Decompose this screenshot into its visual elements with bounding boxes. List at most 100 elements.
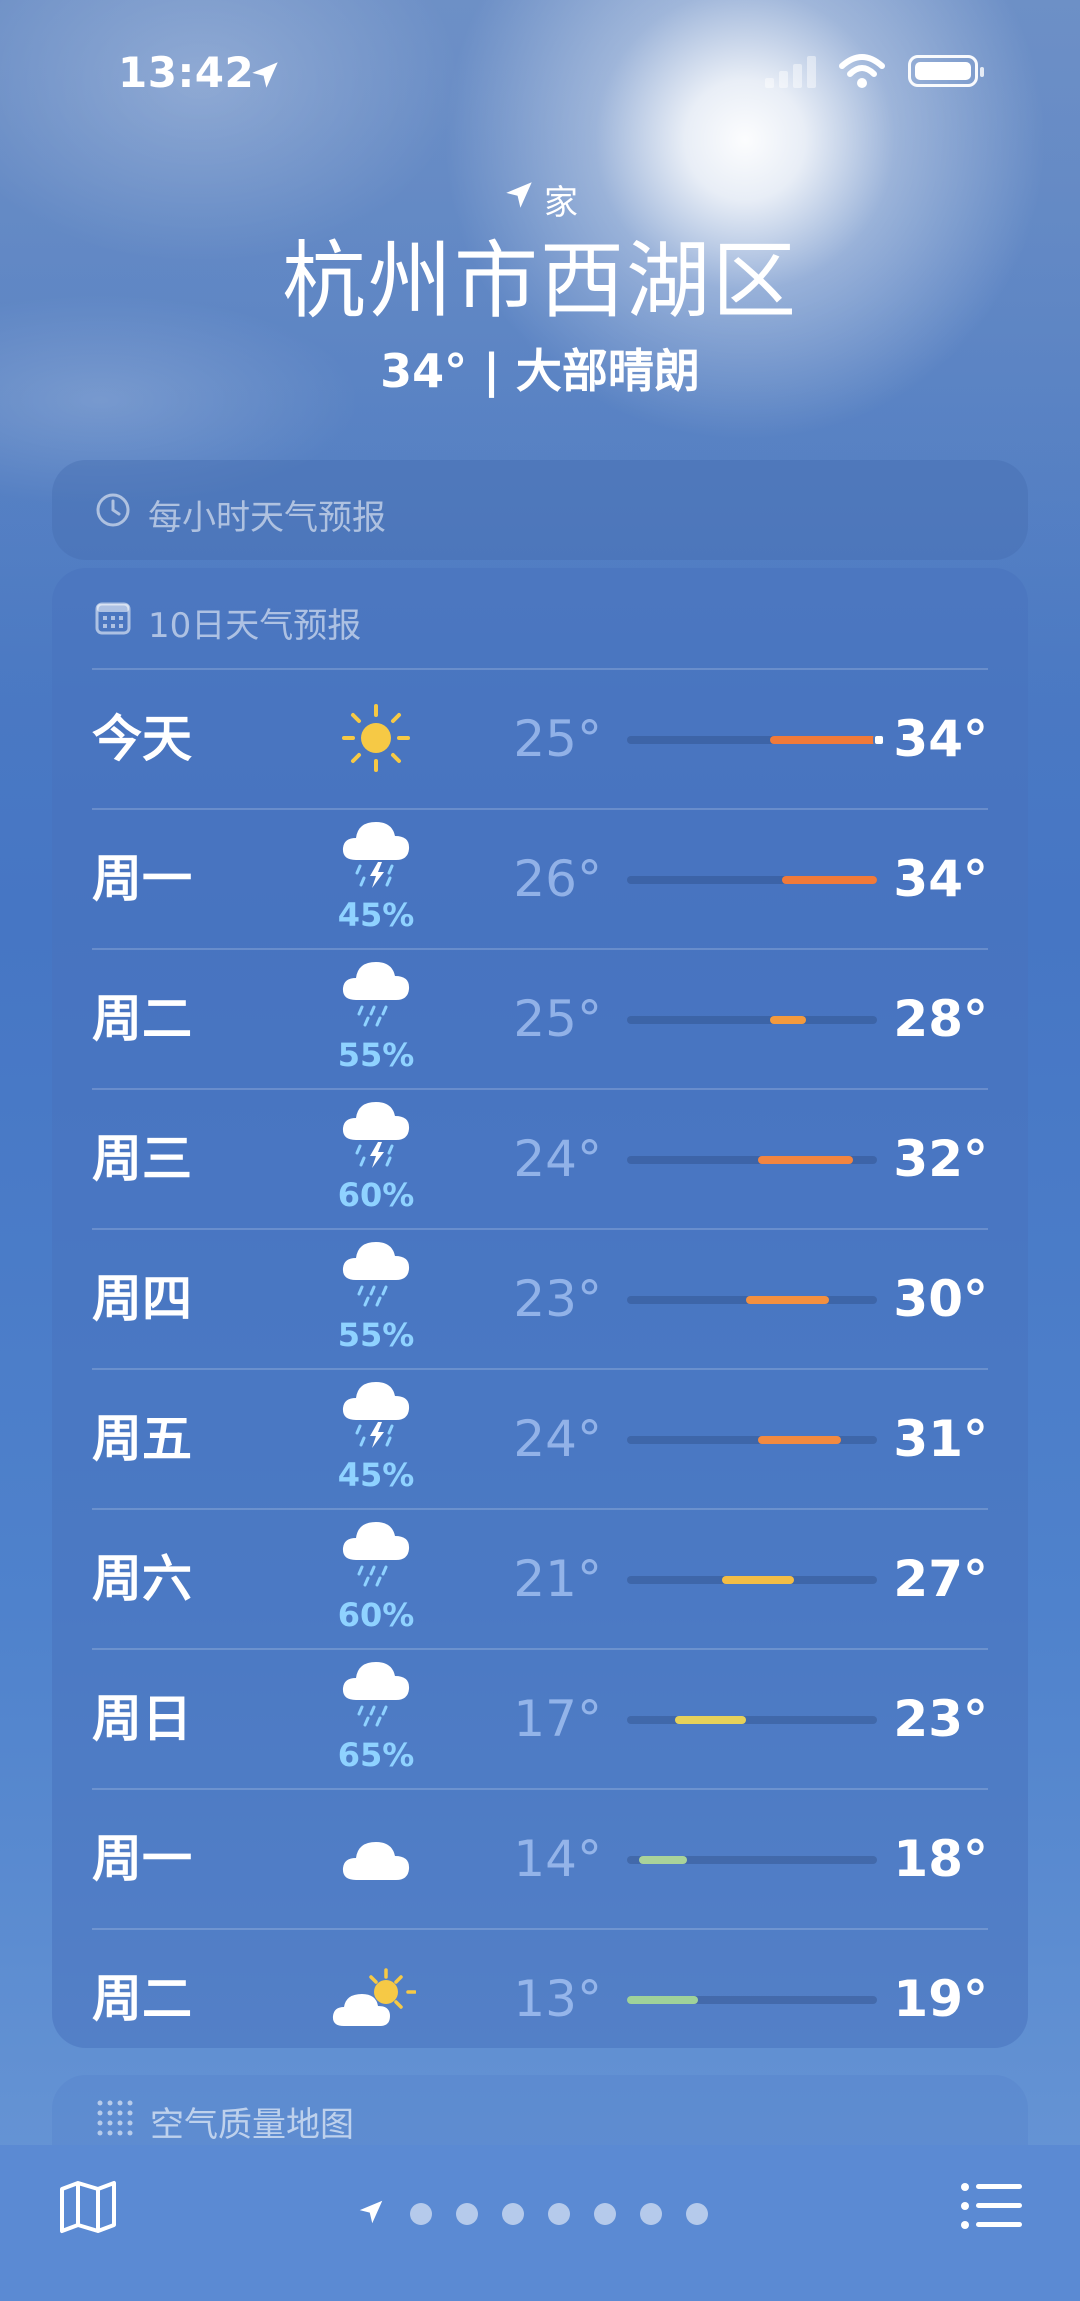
cloud-rain-icon: 60% [316,1510,436,1648]
cloud-thunder-rain-icon: 45% [316,810,436,948]
high-temperature: 23° [893,1690,988,1748]
day-label: 周二 [92,990,192,1048]
list-icon[interactable] [960,2181,1022,2235]
low-temperature: 24° [513,1410,602,1468]
high-temperature: 34° [893,710,988,768]
temperature-range-bar [757,1156,854,1164]
forecast-row[interactable]: 今天 25° 34° [92,670,988,810]
ten-day-forecast-title: 10日天气预报 [148,606,362,646]
hourly-forecast-card[interactable]: 每小时天气预报 [52,460,1028,560]
temperature-range-bar [674,1716,747,1724]
low-temperature: 25° [513,710,602,768]
precipitation-chance: 45% [337,1456,415,1494]
temperature-range-bar [769,736,877,744]
high-temperature: 34° [893,850,988,908]
forecast-row[interactable]: 周二 55% 25° 28° [92,950,988,1090]
low-temperature: 13° [513,1970,602,2028]
temperature-range-track [627,1716,877,1724]
map-icon[interactable] [56,2175,120,2243]
cloud-rain-icon: 65% [316,1650,436,1788]
current-temperature-dot [873,734,885,746]
page-dot[interactable] [640,2203,662,2225]
forecast-row[interactable]: 周二 13° 19° [92,1930,988,2068]
low-temperature: 17° [513,1690,602,1748]
battery-icon [908,55,984,87]
high-temperature: 18° [893,1830,988,1888]
page-dot[interactable] [594,2203,616,2225]
page-dot[interactable] [410,2203,432,2225]
temperature-range-track [627,1996,877,2004]
page-indicator[interactable] [356,2197,708,2231]
high-temperature: 19° [893,1970,988,2028]
location-arrow-icon [502,178,536,221]
temperature-range-bar [781,876,877,884]
bottom-toolbar [0,2145,1080,2301]
temperature-range-track [627,876,877,884]
forecast-row[interactable]: 周一 45% 26° 34° [92,810,988,950]
page-dot[interactable] [456,2203,478,2225]
low-temperature: 25° [513,990,602,1048]
precipitation-chance: 60% [337,1596,415,1634]
high-temperature: 30° [893,1270,988,1328]
high-temperature: 32° [893,1130,988,1188]
temperature-range-bar [757,1436,842,1444]
forecast-rows: 今天 25° 34° 周一 45% 26° 34° 周二 55% 25° 28° 周三 60% 24° 32… [92,670,988,2068]
high-temperature: 31° [893,1410,988,1468]
precipitation-chance: 45% [337,896,415,934]
cloud-thunder-rain-icon: 60% [316,1090,436,1228]
temperature-range-bar [746,1296,830,1304]
wifi-icon [838,52,886,94]
low-temperature: 26° [513,850,602,908]
temperature-range-track [627,1296,877,1304]
status-bar: 13:42 [0,0,1080,140]
day-label: 周三 [92,1130,192,1188]
day-label: 周六 [92,1550,192,1608]
forecast-row[interactable]: 周六 60% 21° 27° [92,1510,988,1650]
precipitation-chance: 55% [337,1316,415,1354]
forecast-row[interactable]: 周日 65% 17° 23° [92,1650,988,1790]
precipitation-chance: 65% [337,1736,415,1774]
precipitation-chance: 55% [337,1036,415,1074]
cloud-rain-icon: 55% [316,1230,436,1368]
cellular-signal-icon [765,56,821,92]
current-location-arrow-icon[interactable] [356,2197,386,2231]
home-label: 家 [544,182,578,223]
sun-icon [316,670,436,808]
temperature-range-track [627,1436,877,1444]
cloud-icon [316,1790,436,1928]
cloud-rain-icon: 55% [316,950,436,1088]
day-label: 周一 [92,850,192,908]
partly-sunny-icon [316,1930,436,2068]
city-name: 杭州市西湖区 [281,232,798,330]
location-header: 家 杭州市西湖区 34° | 大部晴朗 [0,175,1080,401]
page-dot[interactable] [686,2203,708,2225]
day-label: 周五 [92,1410,192,1468]
temperature-range-bar [638,1856,687,1864]
calendar-icon [94,600,132,645]
temperature-range-track [627,1156,877,1164]
home-location-row: 家 [0,175,1080,223]
day-label: 周一 [92,1830,192,1888]
temperature-range-bar [722,1576,794,1584]
temperature-range-track [627,734,885,746]
air-quality-dots-icon [94,2097,134,2146]
temperature-range-bar [769,1016,806,1024]
temperature-range-bar [627,1996,699,2004]
page-dot[interactable] [502,2203,524,2225]
air-quality-map-title: 空气质量地图 [150,2105,354,2145]
low-temperature: 14° [513,1830,602,1888]
day-label: 周四 [92,1270,192,1328]
temperature-range-track [627,1576,877,1584]
forecast-row[interactable]: 周四 55% 23° 30° [92,1230,988,1370]
location-arrow-icon [248,58,282,96]
low-temperature: 24° [513,1130,602,1188]
forecast-row[interactable]: 周三 60% 24° 32° [92,1090,988,1230]
forecast-row[interactable]: 周一 14° 18° [92,1790,988,1930]
day-label: 周日 [92,1690,192,1748]
low-temperature: 21° [513,1550,602,1608]
ten-day-forecast-card[interactable]: 10日天气预报 今天 25° 34° 周一 45% 26° 34° 周二 55% 25° 28° 周三… [52,568,1028,2048]
forecast-row[interactable]: 周五 45% 24° 31° [92,1370,988,1510]
precipitation-chance: 60% [337,1176,415,1214]
status-time: 13:42 [118,48,255,97]
page-dot[interactable] [548,2203,570,2225]
